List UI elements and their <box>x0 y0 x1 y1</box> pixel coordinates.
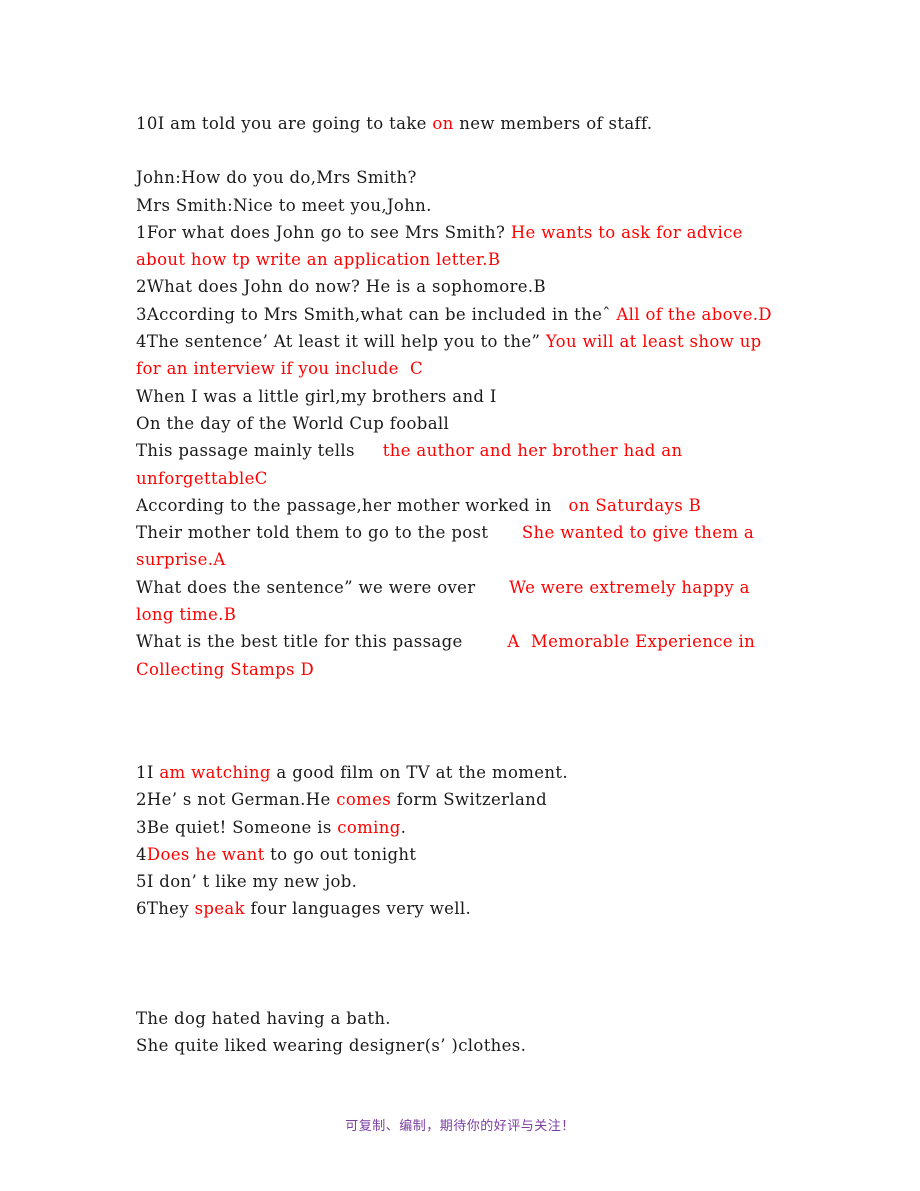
text-line: 4The sentence’ At least it will help you… <box>136 328 788 383</box>
text-line: 1I am watching a good film on TV at the … <box>136 759 788 786</box>
text-line: The dog hated having a bath. <box>136 1005 788 1032</box>
text-line: Mrs Smith:Nice to meet you,John. <box>136 192 788 219</box>
question-text: On the day of the World Cup fooball <box>136 413 450 433</box>
text-line: 5I don’ t like my new job. <box>136 868 788 895</box>
answer-text: speak <box>194 899 245 919</box>
question-text: According to the passage,her mother work… <box>136 495 569 515</box>
text-line: John:How do you do,Mrs Smith? <box>136 164 788 191</box>
question-text: This passage mainly tells <box>136 441 383 461</box>
text-line: According to the passage,her mother work… <box>136 492 788 519</box>
question-text: new members of staff. <box>453 114 653 133</box>
question-text: four languages very well. <box>244 899 472 919</box>
question-text: . <box>400 817 407 837</box>
text-line: On the day of the World Cup fooball <box>136 410 788 437</box>
answer-text: coming <box>337 817 401 837</box>
document-body: 10I am told you are going to take on new… <box>136 110 788 1059</box>
document-page: 10I am told you are going to take on new… <box>0 0 920 1191</box>
question-text: What does the sentence” we were over <box>136 577 510 597</box>
question-text: John:How do you do,Mrs Smith? <box>136 168 417 188</box>
text-line: What is the best title for this passage … <box>136 628 788 683</box>
section-vocabulary-fill: 10I am told you are going to take on new… <box>136 110 788 137</box>
text-line: When I was a little girl,my brothers and… <box>136 383 788 410</box>
question-text: What is the best title for this passage <box>136 632 508 652</box>
text-line: What does the sentence” we were over We … <box>136 574 788 629</box>
question-text: 2He’ s not German.He <box>136 790 337 810</box>
footer-watermark: 可复制、编制，期待你的好评与关注！ <box>345 1119 575 1134</box>
answer-text: comes <box>336 790 392 810</box>
question-text: 4The sentence’ At least it will help you… <box>136 332 546 352</box>
question-text: Mrs Smith:Nice to meet you,John. <box>136 195 432 215</box>
question-text: She quite liked wearing designer(s’ )clo… <box>136 1036 527 1056</box>
text-line: 4Does he want to go out tonight <box>136 841 788 868</box>
answer-text: am watching <box>159 762 271 782</box>
question-text: 1For what does John go to see Mrs Smith? <box>136 222 511 242</box>
answer-text: Does he want <box>146 844 265 864</box>
question-text: 6They <box>136 899 195 919</box>
text-line: 3According to Mrs Smith,what can be incl… <box>136 301 788 328</box>
question-text: 5I don’ t like my new job. <box>136 872 358 892</box>
text-line: 1For what does John go to see Mrs Smith?… <box>136 219 788 274</box>
question-text: When I was a little girl,my brothers and… <box>136 386 497 406</box>
text-line: Their mother told them to go to the post… <box>136 519 788 574</box>
question-text: Their mother told them to go to the post <box>136 523 522 543</box>
text-line: This passage mainly tells the author and… <box>136 437 788 492</box>
section-sentence-examples: The dog hated having a bath. She quite li… <box>136 1005 788 1060</box>
text-line: 3Be quiet! Someone is coming. <box>136 814 788 841</box>
text-line: 10I am told you are going to take on new… <box>136 110 788 137</box>
question-text: 3According to Mrs Smith,what can be incl… <box>136 304 617 324</box>
question-text: a good film on TV at the moment. <box>270 762 568 782</box>
answer-text: All of the above.D <box>616 304 772 324</box>
answer-text: on <box>432 114 454 133</box>
question-text: 1I <box>136 762 160 782</box>
question-text: The dog hated having a bath. <box>136 1008 391 1028</box>
question-text: 3Be quiet! Someone is <box>136 817 338 837</box>
section-tense-exercise: 1I am watching a good film on TV at the … <box>136 759 788 923</box>
question-text: 4 <box>136 844 147 864</box>
text-line: 2He’ s not German.He comes form Switzerl… <box>136 786 788 813</box>
question-text: to go out tonight <box>264 844 417 864</box>
answer-text: on Saturdays B <box>568 495 702 515</box>
text-line: 6They speak four languages very well. <box>136 895 788 922</box>
text-line: She quite liked wearing designer(s’ )clo… <box>136 1032 788 1059</box>
text-line: 2What does John do now? He is a sophomor… <box>136 273 788 300</box>
question-text: 2What does John do now? He is a sophomor… <box>136 277 546 297</box>
question-text: form Switzerland <box>391 790 548 810</box>
question-text: 10I am told you are going to take <box>136 114 433 133</box>
section-reading-comprehension: John:How do you do,Mrs Smith? Mrs Smith:N… <box>136 164 788 683</box>
